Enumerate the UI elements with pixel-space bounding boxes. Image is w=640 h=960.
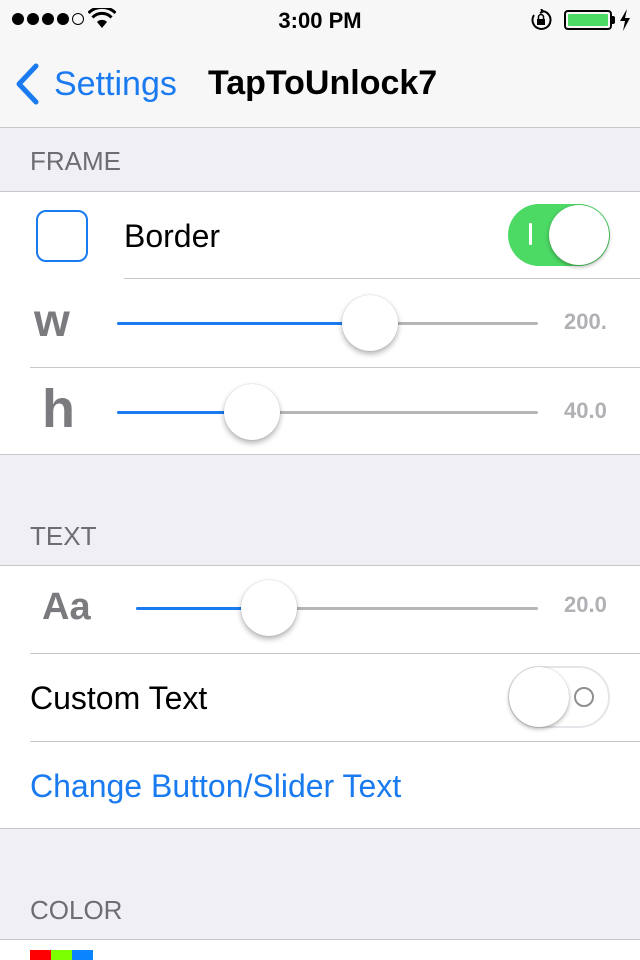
custom-text-row: Custom Text (0, 654, 640, 742)
border-row: Border (0, 192, 640, 279)
text-size-row: Aa 20.0 (0, 566, 640, 653)
height-slider[interactable] (117, 382, 538, 442)
navigation-bar: Settings TapToUnlock7 (0, 40, 640, 128)
text-size-slider[interactable] (136, 578, 538, 638)
battery-tip (612, 16, 615, 24)
border-preview-icon (36, 210, 88, 262)
toggle-knob (509, 667, 569, 727)
rotation-lock-icon (531, 9, 552, 30)
height-value: 40.0 (564, 398, 607, 423)
width-row: w 200. (0, 279, 640, 367)
custom-text-label: Custom Text (30, 680, 208, 716)
border-label: Border (124, 218, 221, 254)
height-row: h 40.0 (0, 368, 640, 456)
text-group: Aa 20.0 Custom Text Change Button/Slider… (0, 565, 640, 829)
charging-icon (620, 9, 630, 31)
back-button[interactable]: Settings (14, 62, 177, 106)
change-text-link[interactable]: Change Button/Slider Text (30, 768, 401, 805)
status-bar: 3:00 PM (0, 0, 640, 40)
width-glyph: w (34, 294, 70, 346)
chevron-left-icon (16, 63, 39, 105)
section-header-color: COLOR (30, 895, 123, 925)
slider-thumb[interactable] (342, 295, 398, 351)
frame-group: Border w 200. h 40.0 (0, 191, 640, 455)
section-header-frame: FRAME (30, 146, 121, 176)
back-label: Settings (54, 64, 177, 103)
toggle-on-mark (529, 223, 532, 245)
page-title: TapToUnlock7 (208, 64, 438, 102)
section-header-text: TEXT (30, 521, 97, 551)
color-swatch (51, 950, 72, 960)
width-value: 200. (564, 309, 607, 334)
height-glyph: h (42, 379, 75, 439)
toggle-off-mark (574, 687, 594, 707)
change-text-row[interactable]: Change Button/Slider Text (0, 742, 640, 830)
custom-text-toggle[interactable] (508, 666, 610, 728)
slider-thumb[interactable] (224, 384, 280, 440)
color-swatch (72, 950, 93, 960)
color-group (0, 939, 640, 960)
color-swatch (30, 950, 51, 960)
toggle-knob (549, 205, 609, 265)
text-size-glyph: Aa (42, 586, 91, 628)
text-size-value: 20.0 (564, 592, 607, 617)
border-toggle[interactable] (508, 204, 610, 266)
width-slider[interactable] (117, 293, 538, 353)
slider-fill (117, 322, 370, 325)
slider-thumb[interactable] (241, 580, 297, 636)
battery-icon (564, 10, 612, 30)
